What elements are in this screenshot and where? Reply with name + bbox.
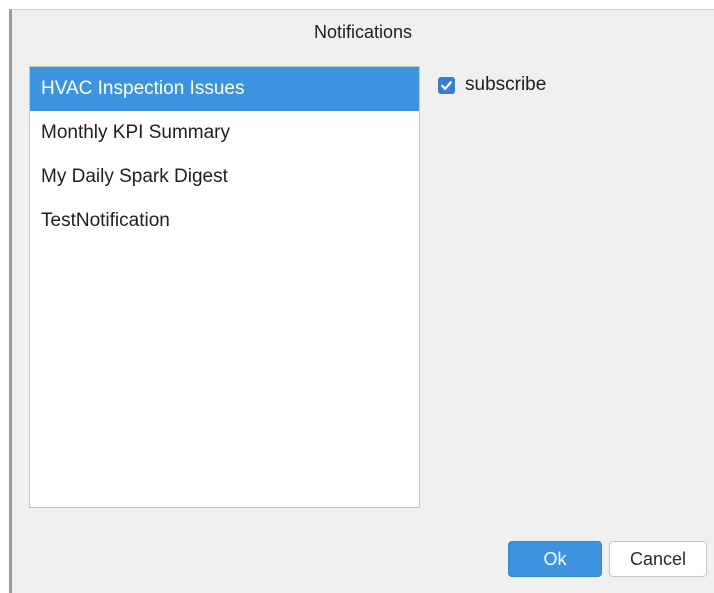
subscribe-option[interactable]: subscribe: [438, 74, 546, 96]
list-item[interactable]: Monthly KPI Summary: [30, 111, 419, 155]
cancel-button[interactable]: Cancel: [609, 541, 707, 577]
subscribe-label[interactable]: subscribe: [465, 74, 546, 96]
subscribe-checkbox[interactable]: [438, 76, 455, 94]
list-item[interactable]: My Daily Spark Digest: [30, 155, 419, 199]
checkmark-icon: [441, 80, 452, 90]
list-item[interactable]: HVAC Inspection Issues: [30, 67, 419, 111]
notifications-dialog: Notifications HVAC Inspection Issues Mon…: [9, 9, 714, 593]
ok-button[interactable]: Ok: [508, 541, 602, 577]
dialog-title: Notifications: [313, 22, 413, 42]
list-item[interactable]: TestNotification: [30, 199, 419, 243]
notification-list[interactable]: HVAC Inspection Issues Monthly KPI Summa…: [29, 66, 420, 508]
